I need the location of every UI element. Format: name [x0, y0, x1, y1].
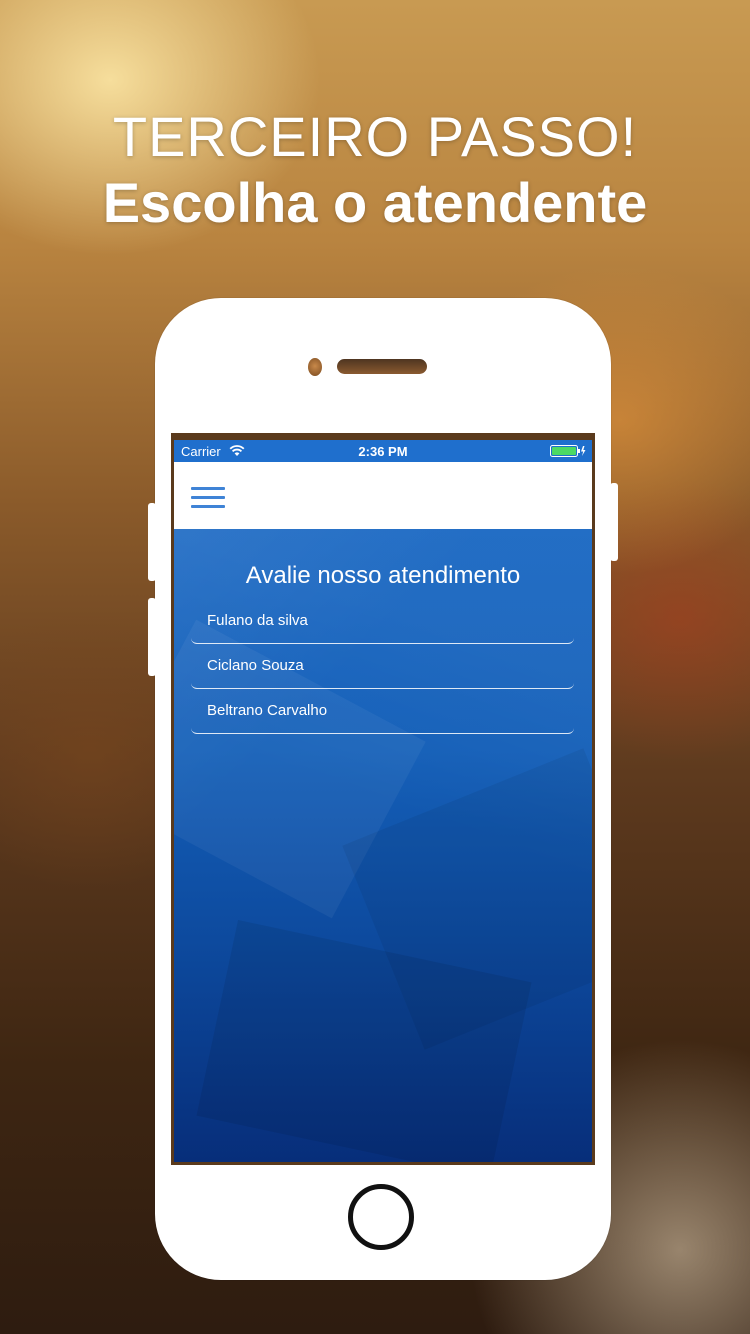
attendant-name: Fulano da silva: [207, 612, 308, 629]
page-title: Avalie nosso atendimento: [245, 562, 521, 589]
status-bar: Carrier 2:36 PM: [174, 440, 592, 462]
volume-down-button: [148, 598, 156, 676]
front-camera: [308, 358, 322, 376]
navigation-bar: [174, 462, 592, 529]
attendant-name: Beltrano Carvalho: [207, 702, 328, 719]
list-item-attendant[interactable]: Ciclano Souza: [191, 644, 574, 689]
home-button: [348, 1184, 414, 1250]
phone-screen: Carrier 2:36 PM Avalie nosso atendimento…: [171, 433, 595, 1165]
earpiece-speaker: [337, 359, 427, 374]
list-item-attendant[interactable]: Fulano da silva: [191, 599, 574, 644]
power-button: [610, 483, 618, 561]
volume-up-button: [148, 503, 156, 581]
phone-mockup: Carrier 2:36 PM Avalie nosso atendimento…: [148, 298, 618, 1280]
status-time: 2:36 PM: [358, 444, 408, 459]
battery-charging-icon: [550, 445, 586, 457]
attendant-list: Fulano da silva Ciclano Souza Beltrano C…: [191, 599, 574, 734]
hamburger-menu-icon[interactable]: [191, 487, 225, 511]
attendant-selection-panel: Avalie nosso atendimento Fulano da silva…: [174, 529, 592, 1162]
headline-step: TERCEIRO PASSO!: [112, 105, 638, 168]
attendant-name: Ciclano Souza: [207, 657, 304, 674]
list-item-attendant[interactable]: Beltrano Carvalho: [191, 689, 574, 734]
headline-instruction: Escolha o atendente: [102, 171, 648, 234]
